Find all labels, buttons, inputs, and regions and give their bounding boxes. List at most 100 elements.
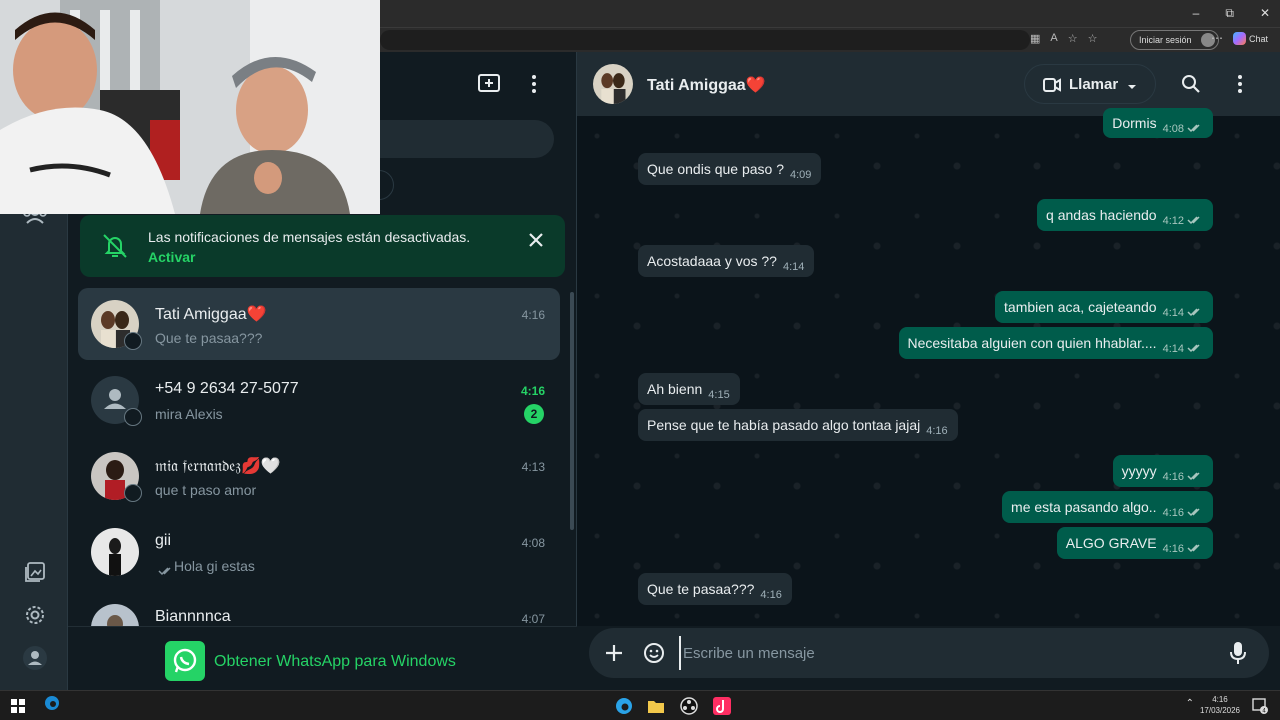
message-input[interactable]: [679, 636, 1219, 670]
signin-button[interactable]: Iniciar sesión: [1130, 30, 1219, 50]
get-whatsapp-label: Obtener WhatsApp para Windows: [214, 653, 456, 670]
microphone-icon[interactable]: [1229, 641, 1247, 670]
video-camera-icon: [1043, 78, 1061, 97]
message-bubble-outgoing[interactable]: tambien aca, cajeteando 4:14: [995, 291, 1213, 323]
whatsapp-logo-icon: [165, 641, 205, 681]
toolbar-icons: ▦ A ☆ ☆: [1030, 32, 1098, 45]
message-bubble-incoming[interactable]: Ah bienn 4:15: [638, 373, 740, 405]
status-ring-icon: [124, 484, 142, 502]
tiktok-icon[interactable]: [712, 696, 732, 716]
browser-menu-icon[interactable]: ⋯: [1211, 31, 1223, 45]
read-ticks-icon: [158, 567, 171, 576]
chat-item-gii[interactable]: gii 4:08 Hola gi estas: [78, 516, 560, 588]
message-bubble-outgoing[interactable]: ALGO GRAVE 4:16: [1056, 527, 1213, 559]
message-time: 4:15: [708, 389, 730, 401]
read-ticks-icon: [1187, 308, 1200, 317]
message-bubble-outgoing[interactable]: Necesitaba alguien con quien hhablar....…: [898, 327, 1213, 359]
contact-name[interactable]: Tati Amiggaa❤️: [647, 75, 766, 95]
contact-avatar[interactable]: [593, 64, 633, 104]
chat-list-scrollbar[interactable]: [570, 292, 574, 530]
message-text: Necesitaba alguien con quien hhablar....: [907, 335, 1157, 351]
attach-plus-icon[interactable]: [603, 642, 625, 669]
get-whatsapp-banner[interactable]: Obtener WhatsApp para Windows: [68, 626, 577, 690]
message-text: Que ondis que paso ?: [647, 161, 784, 177]
message-text: Pense que te había pasado algo tontaa ja…: [647, 417, 921, 433]
chat-preview: mira Alexis: [155, 406, 223, 422]
signin-label: Iniciar sesión: [1139, 35, 1192, 45]
message-time: 4:14: [1162, 307, 1184, 319]
status-ring-icon: [124, 332, 142, 350]
windows-start-icon[interactable]: [8, 696, 28, 716]
message-bubble-outgoing[interactable]: q andas haciendo 4:12: [1037, 199, 1213, 231]
notification-banner: Las notificaciones de mensajes están des…: [80, 215, 565, 277]
profile-icon[interactable]: [22, 645, 48, 671]
clock-time: 4:16: [1212, 695, 1228, 704]
message-bubble-incoming[interactable]: Pense que te había pasado algo tontaa ja…: [638, 409, 958, 441]
chat-time: 4:16: [521, 308, 545, 322]
chat-item-biannnnca[interactable]: Biannnnca 4:07: [78, 592, 560, 626]
system-clock[interactable]: 4:16 17/03/2026: [1200, 694, 1240, 716]
kebab-menu-icon[interactable]: [530, 74, 538, 99]
copilot-chat-label: Chat: [1249, 33, 1269, 44]
chat-preview: Hola gi estas: [155, 558, 255, 576]
kebab-menu-icon[interactable]: [1236, 74, 1244, 99]
message-time: 4:16: [760, 589, 782, 601]
chat-name: gii: [155, 532, 172, 549]
message-bubble-outgoing[interactable]: me esta pasando algo.. 4:16: [1002, 491, 1213, 523]
message-time: 4:16: [1162, 471, 1184, 483]
new-chat-icon[interactable]: [478, 74, 500, 99]
settings-gear-icon[interactable]: [22, 602, 48, 628]
message-bubble-outgoing[interactable]: yyyyy 4:16: [1112, 455, 1213, 487]
windows-taskbar: ⌃ 4:16 17/03/2026 4: [0, 690, 1280, 720]
chat-name: 𝔪𝔦𝔞 𝔣𝔢𝔯𝔫𝔞𝔫𝔡𝔢𝔷💋🤍: [155, 458, 281, 475]
message-time: 4:14: [1162, 343, 1184, 355]
favorite-star-icon[interactable]: ☆: [1068, 32, 1078, 45]
enable-notifications-link[interactable]: Activar: [148, 249, 195, 265]
read-ticks-icon: [1187, 344, 1200, 353]
media-gallery-icon[interactable]: [22, 559, 48, 585]
favorites-list-icon[interactable]: ☆: [1088, 32, 1098, 45]
chat-item-tati[interactable]: Tati Amiggaa❤️ 4:16 Que te pasaa???: [78, 288, 560, 360]
obs-studio-icon[interactable]: [679, 696, 699, 716]
address-bar[interactable]: [380, 30, 1030, 50]
app-grid-icon[interactable]: ▦: [1030, 32, 1040, 45]
copilot-chat-button[interactable]: Chat: [1233, 32, 1268, 45]
chat-item-mia[interactable]: 𝔪𝔦𝔞 𝔣𝔢𝔯𝔫𝔞𝔫𝔡𝔢𝔷💋🤍 4:13 que t paso amor: [78, 440, 560, 512]
chat-time: 4:07: [521, 612, 545, 626]
avatar: [91, 528, 139, 576]
close-icon[interactable]: ✕: [1260, 6, 1270, 21]
chevron-up-icon[interactable]: ⌃: [1186, 698, 1194, 709]
clock-date: 17/03/2026: [1199, 706, 1240, 715]
call-label: Llamar: [1069, 76, 1119, 93]
dismiss-banner-close-icon[interactable]: [526, 230, 548, 252]
window-controls: – ⧉ ✕: [1193, 6, 1270, 21]
chat-time: 4:16: [520, 384, 545, 398]
read-aloud-icon[interactable]: A: [1050, 32, 1057, 45]
call-button[interactable]: Llamar: [1024, 64, 1156, 104]
screen: – ⧉ ✕ ▦ A ☆ ☆ Iniciar sesión ⋯ Chat Las …: [0, 0, 1280, 720]
message-text: tambien aca, cajeteando: [1004, 299, 1157, 315]
message-time: 4:16: [926, 425, 948, 437]
message-bubble-incoming[interactable]: Que ondis que paso ? 4:09: [638, 153, 822, 185]
restore-icon[interactable]: ⧉: [1225, 6, 1234, 21]
file-explorer-icon[interactable]: [646, 696, 666, 716]
chat-item-phone[interactable]: +54 9 2634 27-5077 4:16 mira Alexis 2: [78, 364, 560, 436]
message-bubble-incoming[interactable]: Que te pasaa??? 4:16: [638, 573, 792, 605]
chat-name: Biannnnca: [155, 608, 231, 625]
message-time: 4:16: [1162, 507, 1184, 519]
notification-center-icon[interactable]: 4: [1252, 698, 1268, 719]
minimize-icon[interactable]: –: [1193, 6, 1200, 21]
conversation-panel: Tati Amiggaa❤️ Llamar Dormis 4:08 Que on…: [577, 52, 1280, 690]
sticker-icon[interactable]: [643, 642, 665, 669]
search-icon[interactable]: [1181, 74, 1201, 99]
message-bubble-incoming[interactable]: Acostadaaa y vos ?? 4:14: [638, 245, 815, 277]
chat-name: +54 9 2634 27-5077: [155, 380, 299, 397]
message-text: Que te pasaa???: [647, 581, 755, 597]
message-bubble-outgoing[interactable]: Dormis 4:08: [1103, 108, 1213, 138]
edge-browser-icon[interactable]: [42, 693, 62, 713]
read-ticks-icon: [1187, 544, 1200, 553]
chat-list: Tati Amiggaa❤️ 4:16 Que te pasaa??? +54 …: [78, 288, 560, 626]
edge-taskbar-icon[interactable]: [614, 696, 634, 716]
chat-preview-text: Hola gi estas: [174, 558, 255, 574]
message-text: q andas haciendo: [1046, 207, 1157, 223]
